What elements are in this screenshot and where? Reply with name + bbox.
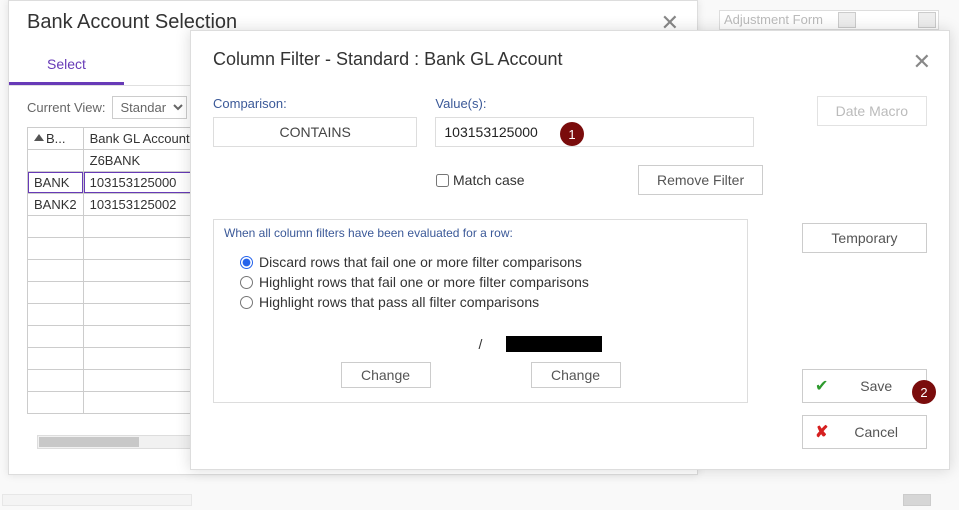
comparison-select[interactable]: CONTAINS [213,117,417,147]
sort-asc-icon [34,134,44,141]
match-case-checkbox[interactable]: Match case [436,172,596,188]
temporary-button[interactable]: Temporary [802,223,927,253]
change-button-right[interactable]: Change [531,362,621,388]
table-row[interactable]: BANK103153125000 [28,172,207,194]
x-icon: ✘ [815,422,828,442]
options-title: When all column filters have been evalua… [224,226,737,240]
option-highlight-pass[interactable]: Highlight rows that pass all filter comp… [240,294,737,310]
match-case-input[interactable] [436,174,449,187]
step-badge-1: 1 [560,122,584,146]
adjustment-form-label: Adjustment Form [724,12,823,27]
values-input[interactable] [435,117,754,147]
slash-sep: / [479,336,483,352]
current-view-select[interactable]: Standard [112,96,187,119]
remove-filter-button[interactable]: Remove Filter [638,165,763,195]
toolbar-square [838,12,856,28]
col-header-b[interactable]: B... [28,128,84,150]
filter-options-panel: When all column filters have been evalua… [213,219,748,403]
values-label: Value(s): [435,96,754,111]
table-row[interactable]: Z6BANK [28,150,207,172]
comparison-label: Comparison: [213,96,417,111]
redacted-field [506,336,602,352]
date-macro-button[interactable]: Date Macro [817,96,927,126]
change-button-left[interactable]: Change [341,362,431,388]
dropdown-icon[interactable] [918,12,936,28]
current-view-label: Current View: [27,100,106,115]
col-header-gl[interactable]: Bank GL Account [83,128,206,150]
step-badge-2: 2 [912,380,936,404]
bank-account-table: B... Bank GL Account Z6BANK BANK10315312… [27,127,207,414]
table-row[interactable]: BANK2103153125002 [28,194,207,216]
option-highlight-fail[interactable]: Highlight rows that fail one or more fil… [240,274,737,290]
tab-select[interactable]: Select [9,46,124,85]
close-icon[interactable]: ✕ [913,49,931,75]
horizontal-scrollbar[interactable] [37,435,207,449]
page-scroll-right-icon[interactable] [903,494,931,506]
top-right-panel: Adjustment Form [719,10,939,30]
column-filter-dialog: Column Filter - Standard : Bank GL Accou… [190,30,950,470]
cancel-button[interactable]: ✘ Cancel [802,415,927,449]
page-scroll-track[interactable] [2,494,192,506]
option-discard[interactable]: Discard rows that fail one or more filte… [240,254,737,270]
filter-dialog-title: Column Filter - Standard : Bank GL Accou… [213,49,927,70]
save-button[interactable]: ✔ Save [802,369,927,403]
check-icon: ✔ [815,376,828,396]
